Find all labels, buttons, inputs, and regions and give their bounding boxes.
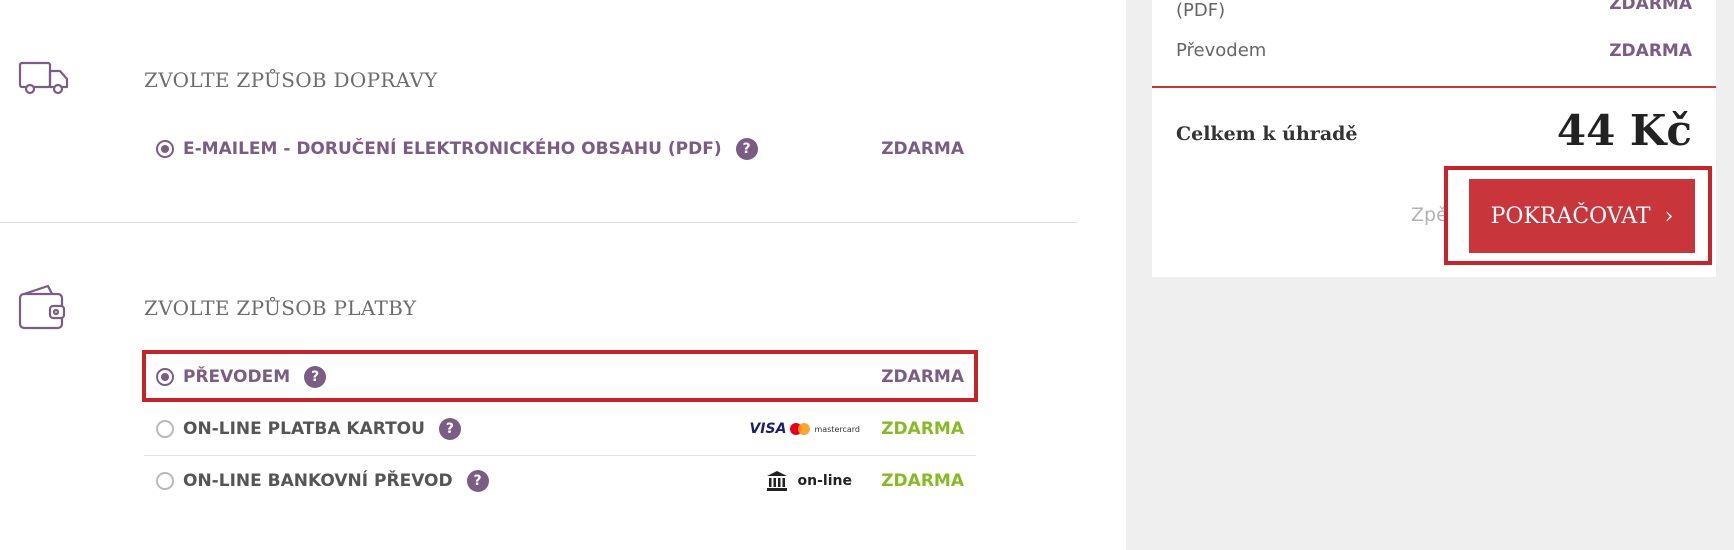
payment-option-card[interactable]: ON-LINE PLATBA KARTOU? VISA mastercard Z…: [144, 404, 976, 454]
payment-radio-transfer[interactable]: [156, 368, 174, 386]
payment-option-text-bank: ON-LINE BANKOVNÍ PŘEVOD: [183, 471, 453, 491]
summary-row-payment: Převodem ZDARMA: [1176, 40, 1692, 61]
mastercard-icon: [790, 423, 811, 435]
payment-option-label-bank: ON-LINE BANKOVNÍ PŘEVOD?: [183, 470, 489, 492]
shipping-radio-email[interactable]: [156, 140, 174, 158]
payment-radio-bank[interactable]: [156, 472, 174, 490]
summary-row-shipping: (PDF) ZDARMA: [1176, 0, 1692, 21]
payment-section-title: ZVOLTE ZPŮSOB PLATBY: [144, 296, 417, 320]
online-logo-text: on-line: [797, 473, 852, 489]
section-divider: [0, 222, 1077, 223]
payment-price-bank: ZDARMA: [881, 471, 964, 491]
shipping-option-text: E-MAILEM - DORUČENÍ ELEKTRONICKÉHO OBSAH…: [183, 139, 722, 159]
visa-logo: VISA: [749, 421, 787, 437]
shipping-section-title: ZVOLTE ZPŮSOB DOPRAVY: [144, 68, 438, 92]
payment-option-text-card: ON-LINE PLATBA KARTOU: [183, 419, 425, 439]
payment-price-transfer: ZDARMA: [881, 367, 964, 387]
payment-option-text-transfer: PŘEVODEM: [183, 367, 291, 387]
continue-highlight-frame: POKRAČOVAT ›: [1444, 166, 1712, 265]
shipping-option-price: ZDARMA: [881, 139, 964, 159]
mastercard-logo-text: mastercard: [814, 424, 860, 434]
online-bank-logo: on-line: [766, 470, 852, 492]
help-icon[interactable]: ?: [304, 366, 327, 388]
bank-icon: [766, 471, 787, 491]
total-value: 44 Kč: [1556, 106, 1692, 155]
help-icon[interactable]: ?: [438, 418, 461, 440]
continue-button[interactable]: POKRAČOVAT ›: [1469, 179, 1695, 253]
help-icon[interactable]: ?: [466, 470, 489, 492]
payment-option-label-card: ON-LINE PLATBA KARTOU?: [183, 418, 461, 440]
shipping-option-email[interactable]: E-MAILEM - DORUČENÍ ELEKTRONICKÉHO OBSAH…: [144, 124, 976, 174]
summary-payment-label: Převodem: [1176, 40, 1267, 61]
continue-button-label: POKRAČOVAT: [1490, 203, 1651, 229]
summary-shipping-price: ZDARMA: [1609, 0, 1692, 14]
shipping-option-label: E-MAILEM - DORUČENÍ ELEKTRONICKÉHO OBSAH…: [183, 138, 758, 160]
payment-option-bank[interactable]: ON-LINE BANKOVNÍ PŘEVOD? on-line ZDARMA: [144, 456, 976, 506]
order-summary-card: (PDF) ZDARMA Převodem ZDARMA Celkem k úh…: [1152, 0, 1716, 277]
payment-option-transfer[interactable]: PŘEVODEM? ZDARMA: [144, 352, 976, 402]
help-icon[interactable]: ?: [735, 138, 758, 160]
total-label: Celkem k úhradě: [1176, 123, 1358, 145]
summary-divider: [1152, 86, 1716, 88]
payment-price-card: ZDARMA: [881, 419, 964, 439]
card-logos: VISA mastercard: [749, 421, 860, 437]
payment-radio-card[interactable]: [156, 420, 174, 438]
wallet-icon: [18, 284, 66, 330]
summary-payment-price: ZDARMA: [1609, 40, 1692, 61]
summary-shipping-label: (PDF): [1176, 0, 1226, 21]
chevron-right-icon: ›: [1664, 203, 1674, 229]
truck-icon: [18, 61, 69, 95]
payment-option-label-transfer: PŘEVODEM?: [183, 366, 327, 388]
